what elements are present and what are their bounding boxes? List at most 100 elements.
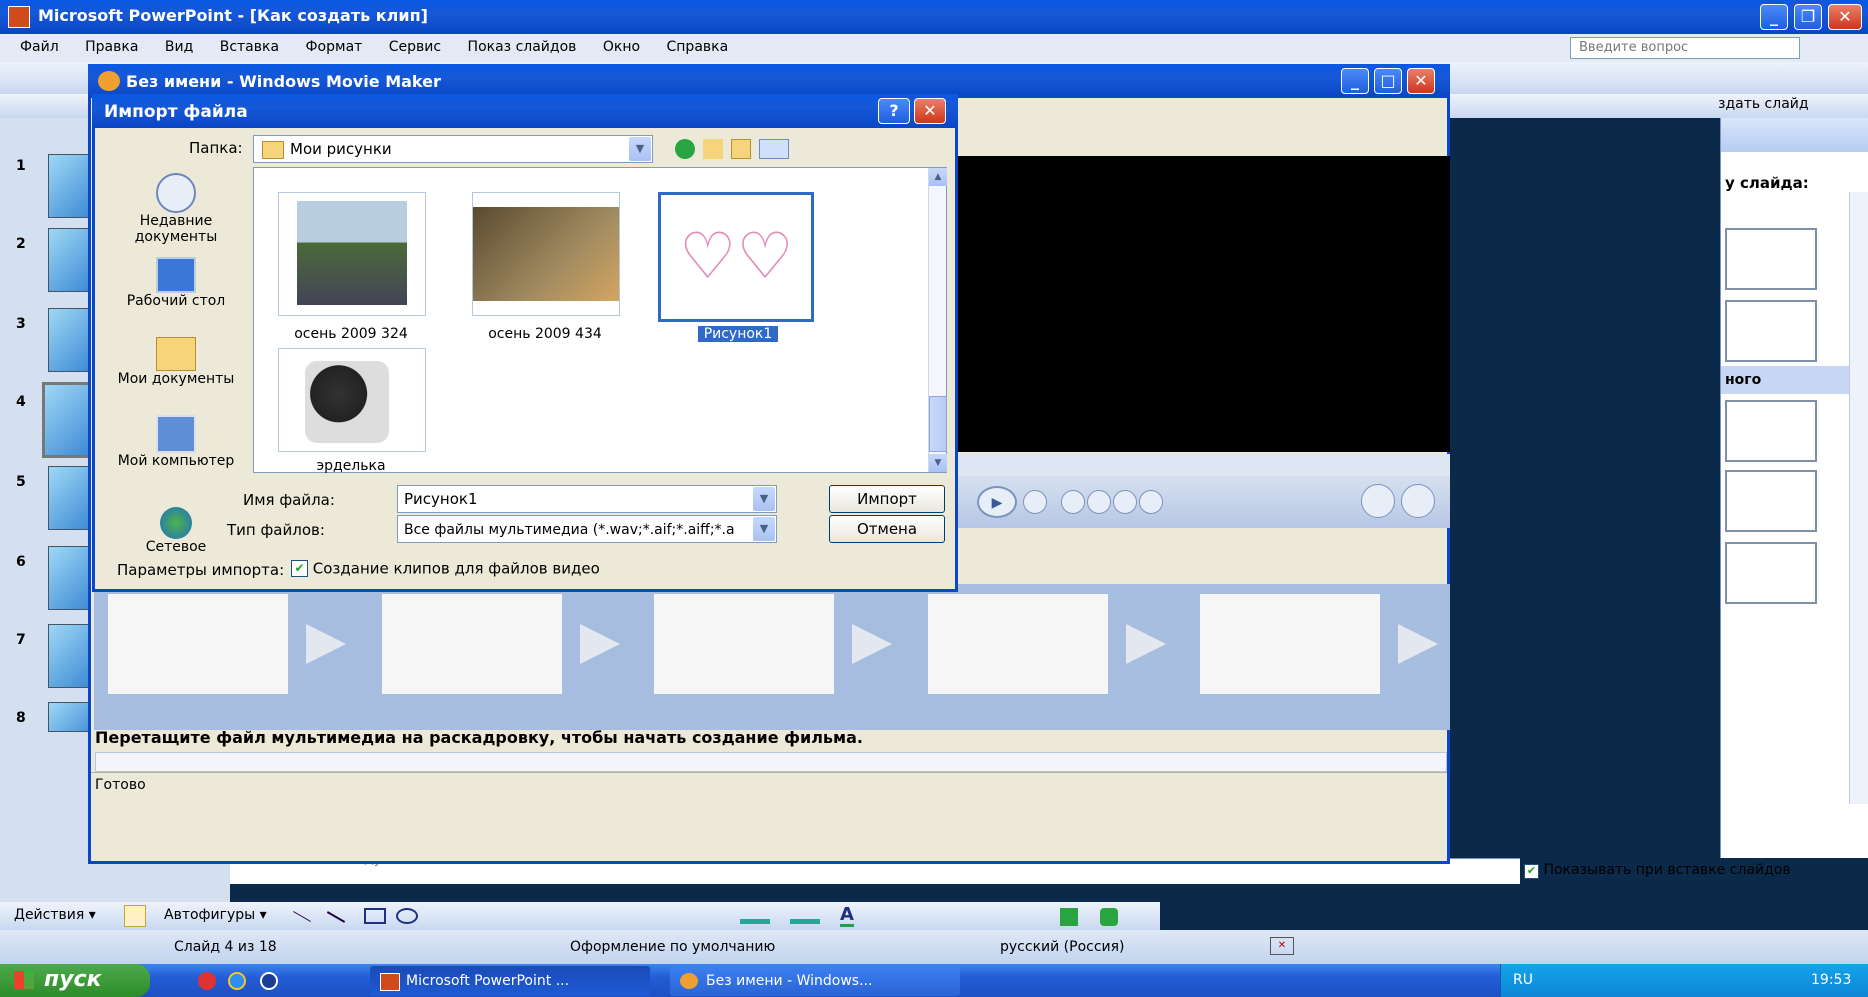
dialog-help-button[interactable]: ? (878, 98, 910, 124)
scroll-thumb[interactable] (929, 396, 947, 452)
layout-thumb-2[interactable] (1725, 300, 1817, 362)
filename-value: Рисунок1 (404, 490, 478, 508)
file-name-1: осень 2009 324 (294, 326, 408, 342)
stop-button[interactable] (1023, 490, 1047, 514)
start-button[interactable]: пуск (0, 964, 150, 997)
select-objects-icon[interactable] (124, 905, 146, 927)
views-menu-icon[interactable] (759, 139, 789, 159)
file-item-2[interactable]: осень 2009 434 (472, 192, 620, 342)
file-item-1[interactable]: осень 2009 324 (278, 192, 426, 342)
menu-window[interactable]: Окно (603, 39, 640, 55)
back-button[interactable] (1061, 490, 1085, 514)
storyboard-transition-4[interactable] (1126, 624, 1166, 664)
tray-lang[interactable]: RU (1513, 972, 1533, 988)
create-slide-button[interactable]: здать слайд (1718, 96, 1809, 112)
layout-thumb-3[interactable] (1725, 400, 1817, 462)
mm-minimize-button[interactable]: _ (1341, 68, 1369, 94)
folder-combo[interactable]: Мои рисунки ▼ (253, 135, 653, 163)
menu-insert[interactable]: Вставка (220, 39, 279, 55)
storyboard-transition-5[interactable] (1398, 624, 1438, 664)
line-icon[interactable] (293, 911, 311, 922)
storyboard-cell-3[interactable] (654, 594, 834, 694)
show-on-insert-checkbox[interactable]: ✔ Показывать при вставке слайдов (1524, 862, 1791, 879)
rectangle-icon[interactable] (364, 908, 386, 924)
storyboard-scrollbar[interactable] (95, 752, 1447, 772)
cancel-button[interactable]: Отмена (829, 515, 945, 543)
menu-file[interactable]: Файл (20, 39, 59, 55)
storyboard-cell-4[interactable] (928, 594, 1108, 694)
menu-slideshow[interactable]: Показ слайдов (468, 39, 577, 55)
back-icon[interactable] (675, 139, 695, 159)
import-button[interactable]: Импорт (829, 485, 945, 513)
slide-num-3: 3 (16, 316, 26, 332)
filename-input[interactable]: Рисунок1 ▼ (397, 485, 777, 513)
forward-button[interactable] (1139, 490, 1163, 514)
actions-menu[interactable]: Действия ▾ (14, 907, 96, 923)
oval-icon[interactable] (396, 908, 418, 924)
restore-button[interactable]: ❐ (1794, 4, 1822, 30)
menu-view[interactable]: Вид (165, 39, 193, 55)
storyboard-transition-3[interactable] (852, 624, 892, 664)
storyboard-transition-2[interactable] (580, 624, 620, 664)
task-powerpoint-label: Microsoft PowerPoint ... (406, 973, 570, 989)
take-picture-button[interactable] (1401, 484, 1435, 518)
close-button[interactable]: ✕ (1828, 4, 1862, 30)
line-color-icon[interactable] (790, 908, 820, 924)
quicklaunch-media-icon[interactable] (260, 972, 278, 990)
quicklaunch-opera-icon[interactable] (198, 972, 216, 990)
task-moviemaker[interactable]: Без имени - Windows... (670, 966, 960, 996)
taskbar: пуск Microsoft PowerPoint ... Без имени … (0, 964, 1868, 997)
filetype-dropdown-icon[interactable]: ▼ (753, 517, 775, 541)
next-frame-button[interactable] (1113, 490, 1137, 514)
menu-format[interactable]: Формат (306, 39, 363, 55)
place-recent[interactable]: Недавние документы (111, 173, 241, 247)
task-pane-scrollbar[interactable] (1849, 192, 1868, 804)
menu-tools[interactable]: Сервис (389, 39, 441, 55)
file-thumb-dog (278, 348, 426, 452)
play-button[interactable]: ▶ (977, 486, 1017, 518)
autoshapes-menu[interactable]: Автофигуры ▾ (164, 907, 267, 923)
file-item-4[interactable]: эрделька (278, 348, 426, 474)
storyboard-transition-1[interactable] (306, 624, 346, 664)
create-clips-checkbox[interactable]: ✔ Создание клипов для файлов видео (291, 559, 600, 578)
storyboard-cell-5[interactable] (1200, 594, 1380, 694)
place-my-computer[interactable]: Мой компьютер (111, 415, 241, 495)
place-my-documents[interactable]: Мои документы (111, 337, 241, 407)
file-item-3-selected[interactable]: ♡♡ Рисунок1 (658, 192, 818, 342)
font-color-icon[interactable]: A (840, 906, 854, 927)
quicklaunch-ie-icon[interactable] (228, 972, 246, 990)
place-network[interactable]: Сетевое (111, 507, 241, 567)
filetype-select[interactable]: Все файлы мультимедиа (*.wav;*.aif;*.aif… (397, 515, 777, 543)
mm-close-button[interactable]: ✕ (1407, 68, 1435, 94)
layout-thumb-4[interactable] (1725, 470, 1817, 532)
filename-label: Имя файла: (243, 491, 335, 509)
3d-icon[interactable] (1100, 908, 1118, 926)
fill-color-icon[interactable] (740, 908, 770, 924)
layout-thumb-1[interactable] (1725, 228, 1817, 290)
storyboard-cell-2[interactable] (382, 594, 562, 694)
dialog-close-button[interactable]: ✕ (914, 98, 946, 124)
minimize-button[interactable]: _ (1760, 4, 1788, 30)
mm-seek-bar[interactable] (957, 454, 1450, 476)
place-desktop[interactable]: Рабочий стол (111, 257, 241, 327)
menu-help[interactable]: Справка (667, 39, 729, 55)
task-powerpoint[interactable]: Microsoft PowerPoint ... (370, 966, 650, 996)
tray-clock: 19:53 (1811, 972, 1852, 988)
up-folder-icon[interactable] (703, 139, 723, 159)
storyboard (94, 584, 1450, 730)
new-folder-icon[interactable] (731, 139, 751, 159)
shadow-icon[interactable] (1060, 908, 1078, 926)
layout-thumb-5[interactable] (1725, 542, 1817, 604)
scroll-up-icon[interactable]: ▲ (929, 168, 947, 186)
mm-maximize-button[interactable]: □ (1374, 68, 1402, 94)
split-clip-button[interactable] (1361, 484, 1395, 518)
file-list-scrollbar[interactable]: ▲ ▼ (928, 168, 947, 472)
previous-frame-button[interactable] (1087, 490, 1111, 514)
menu-edit[interactable]: Правка (85, 39, 138, 55)
help-search-input[interactable]: Введите вопрос (1570, 37, 1800, 59)
storyboard-cell-1[interactable] (108, 594, 288, 694)
recent-documents-icon (156, 173, 196, 213)
filename-dropdown-icon[interactable]: ▼ (753, 487, 775, 511)
scroll-down-icon[interactable]: ▼ (929, 454, 947, 472)
arrow-icon[interactable] (326, 911, 346, 923)
